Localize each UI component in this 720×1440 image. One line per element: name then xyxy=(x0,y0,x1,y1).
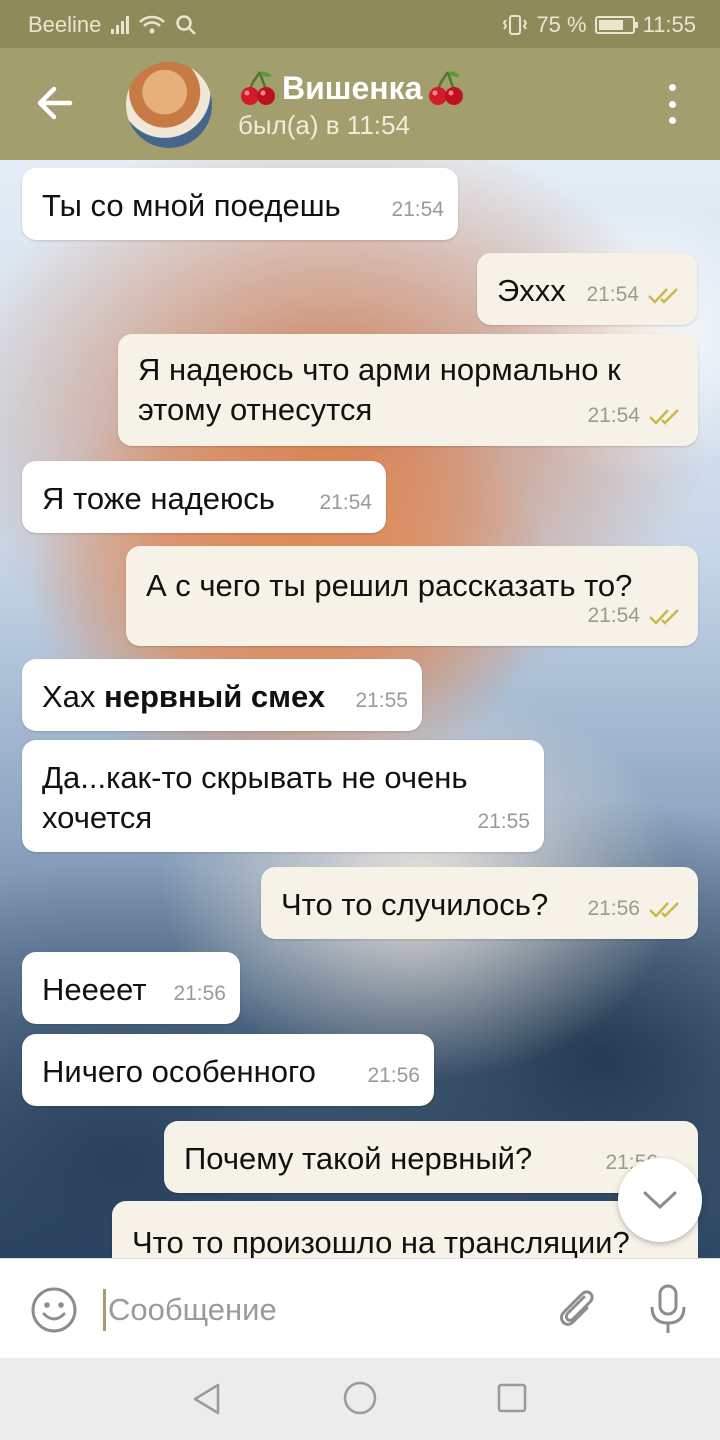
carrier-label: Beeline xyxy=(28,12,102,37)
message-text: Да...как-то скрывать не очень хочется xyxy=(42,760,468,835)
message-meta: 21:54 xyxy=(587,596,684,636)
message-meta: 21:54 xyxy=(586,275,683,315)
message-bubble-incoming[interactable]: Неееет 21:56 xyxy=(22,952,240,1024)
search-icon xyxy=(176,15,197,35)
message-time: 21:54 xyxy=(391,198,444,221)
message-time: 21:55 xyxy=(477,810,530,833)
system-navigation-bar xyxy=(0,1358,720,1440)
paperclip-icon[interactable] xyxy=(554,1285,600,1333)
wifi-icon xyxy=(139,15,166,34)
message-composer: Сообщение xyxy=(0,1258,720,1358)
message-bubble-incoming[interactable]: Хах нервный смех 21:55 xyxy=(22,659,422,731)
message-text: Хах нервный смех xyxy=(42,659,402,717)
message-bubble-incoming[interactable]: Я тоже надеюсь 21:54 xyxy=(22,461,386,533)
back-arrow-icon[interactable] xyxy=(30,78,80,128)
message-input[interactable]: Сообщение xyxy=(108,1292,277,1328)
read-ticks-icon xyxy=(649,609,679,625)
status-bar: Beeline 75 % 11:55 xyxy=(0,0,720,48)
message-time: 21:54 xyxy=(587,604,640,627)
message-meta: 21:54 xyxy=(587,396,684,436)
message-list[interactable]: Ты со мной поедешь 21:54 Эххх 21:54 Я на… xyxy=(0,160,720,1258)
chevron-down-icon xyxy=(643,1191,677,1210)
message-time: 21:54 xyxy=(319,491,372,514)
message-time: 21:56 xyxy=(367,1064,420,1087)
message-text-plain: Хах xyxy=(42,679,105,714)
contact-avatar[interactable] xyxy=(126,62,212,148)
more-options-icon[interactable] xyxy=(660,84,684,124)
read-ticks-icon xyxy=(648,288,678,304)
text-cursor xyxy=(103,1289,106,1331)
scroll-down-button[interactable] xyxy=(618,1158,702,1242)
message-bubble-outgoing[interactable]: Почему такой нервный? 21:56 xyxy=(164,1121,698,1193)
message-bubble-incoming[interactable]: Ничего особенного 21:56 xyxy=(22,1034,434,1106)
contact-title[interactable]: Вишенка xyxy=(238,68,466,108)
message-text: Почему такой нервный? xyxy=(184,1141,533,1176)
message-bubble-outgoing[interactable]: Что то произошло на трансляции? xyxy=(112,1201,698,1258)
message-bubble-outgoing[interactable]: Что то случилось? 21:56 xyxy=(261,867,698,939)
message-bubble-incoming[interactable]: Ты со мной поедешь 21:54 xyxy=(22,168,458,240)
message-meta: 21:56 xyxy=(587,889,684,929)
message-bubble-outgoing[interactable]: Я надеюсь что арми нормально к этому отн… xyxy=(118,334,698,446)
chat-header: Вишенка был(а) в 11:54 xyxy=(0,48,720,160)
last-seen-status: был(а) в 11:54 xyxy=(238,110,410,140)
message-time: 21:56 xyxy=(173,982,226,1005)
message-text: Я тоже надеюсь xyxy=(42,481,275,516)
battery-percent: 75 % xyxy=(536,12,587,37)
cherry-icon xyxy=(429,71,464,105)
contact-name: Вишенка xyxy=(282,69,423,106)
clock: 11:55 xyxy=(642,12,696,37)
nav-recent-apps-icon[interactable] xyxy=(496,1382,528,1414)
vibrate-icon xyxy=(503,15,528,35)
nav-home-icon[interactable] xyxy=(342,1380,378,1416)
message-bubble-outgoing[interactable]: Эххх 21:54 xyxy=(477,253,697,325)
message-text: Ты со мной поедешь xyxy=(42,188,341,223)
read-ticks-icon xyxy=(649,902,679,918)
cherry-icon xyxy=(241,71,275,105)
message-text: Ничего особенного xyxy=(42,1054,316,1089)
message-time: 21:54 xyxy=(587,404,640,427)
message-text-bold: нервный смех xyxy=(104,679,326,714)
message-time: 21:54 xyxy=(586,283,639,306)
battery-icon xyxy=(594,16,638,34)
message-time: 21:56 xyxy=(587,897,640,920)
microphone-icon[interactable] xyxy=(646,1283,690,1335)
signal-icon xyxy=(111,16,130,34)
message-bubble-incoming[interactable]: Да...как-то скрывать не очень хочется 21… xyxy=(22,740,544,852)
message-text: Что то произошло на трансляции? xyxy=(132,1225,630,1258)
emoji-icon[interactable] xyxy=(30,1286,78,1334)
read-ticks-icon xyxy=(649,409,679,425)
message-time: 21:55 xyxy=(355,689,408,712)
nav-back-icon[interactable] xyxy=(190,1382,224,1416)
battery-fill xyxy=(598,20,623,30)
message-bubble-outgoing[interactable]: А с чего ты решил рассказать то? 21:54 xyxy=(126,546,698,646)
